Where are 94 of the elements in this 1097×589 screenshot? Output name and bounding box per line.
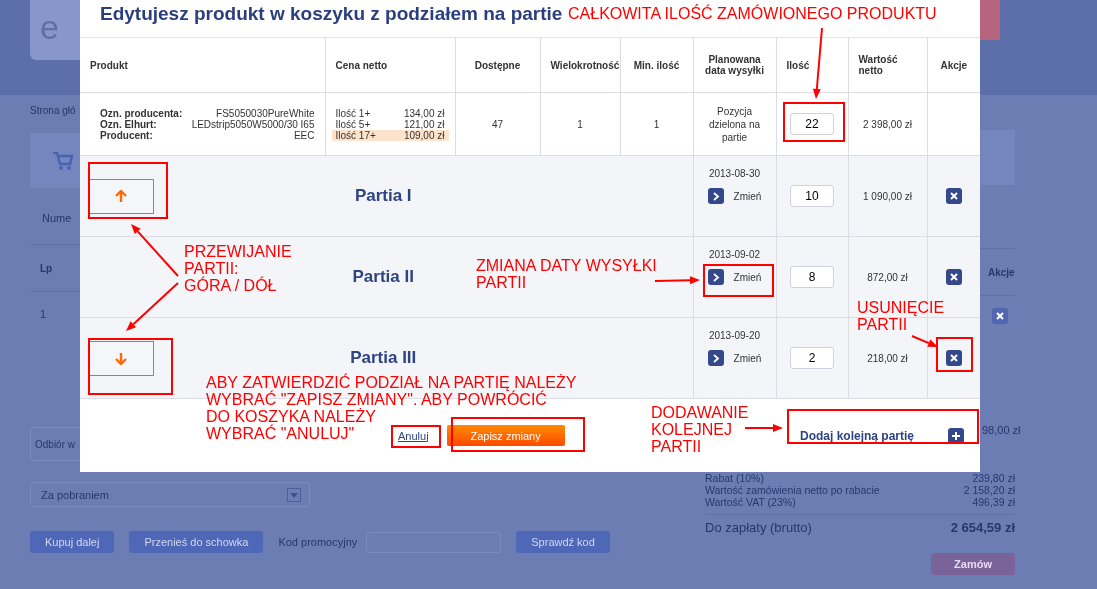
table-cell: 47 (491, 118, 504, 130)
dropdown-icon (287, 487, 301, 502)
change-date-button[interactable]: Zmień (707, 188, 762, 204)
check-code-button[interactable]: Sprawdź kod (516, 531, 610, 553)
total-value: 2 654,59 zł (950, 520, 1015, 535)
column-header: Wielokrotność (540, 37, 620, 93)
quantity-field[interactable]: 22 (790, 113, 834, 135)
annotation-text: PRZEWIJANIE PARTII: GÓRA / DÓŁ (184, 243, 292, 294)
annotation-text: DODAWANIE KOLEJNEJ PARTII (651, 404, 749, 455)
annotation-text: ABY ZATWIERDZIĆ PODZIAŁ NA PARTIĘ NALEŻY WYBRAĆ "ZAPISZ ZMIANY". ABY POWRÓCIĆ (206, 374, 577, 408)
table-cell-text: Pozycja dzielona na partie (707, 104, 762, 144)
highlight-frame (703, 264, 774, 297)
annotation-arrow (744, 424, 783, 432)
close-icon (996, 312, 1004, 320)
dialog-title: Edytujesz produkt w koszyku z podziałem na partie (100, 2, 563, 26)
annotation-arrow (911, 335, 938, 347)
summary-label: Wartość VAT (23%) (705, 496, 796, 508)
cancel-link[interactable]: Anuluj (398, 429, 429, 442)
summary-label: Wartość zamówienia netto po rabacie (705, 484, 880, 496)
quantity-price-label: Ilość 17+ 109,00 zł (331, 129, 449, 141)
summary-value: 2 158,20 zł (963, 484, 1015, 496)
move-button[interactable] (88, 340, 154, 376)
annotation-arrow (654, 276, 700, 285)
annotation-text: CAŁKOWITA ILOŚĆ ZAMÓWIONEGO PRODUKTU (568, 5, 937, 22)
annotation-text: USUNIĘCIE PARTII (857, 299, 945, 333)
table-cell: 1 (577, 118, 583, 130)
highlight-frame (936, 337, 973, 372)
detail-label: Ozn. producenta: (100, 107, 183, 119)
arrow-down-icon (115, 351, 127, 365)
highlight-frame (783, 102, 845, 142)
column-header: Planowana data wysyłki (693, 37, 776, 93)
table-cell: 1 (653, 118, 660, 130)
page-button[interactable]: Kupuj dalej (30, 531, 115, 553)
annotation-text: ZMIANA DATY WYSYŁKI PARTII (476, 257, 657, 291)
delete-button[interactable] (945, 188, 962, 204)
detail-value: LEDstrip5050W5000/30 I65 (190, 118, 315, 130)
ship-date: 2013-09-20 (707, 330, 762, 341)
delete-button[interactable] (945, 269, 962, 285)
quantity-price-label: Ilość 5+ 121,00 zł (334, 118, 446, 130)
cart-icon (52, 150, 74, 171)
summary-label: Rabat (10%) (705, 472, 764, 484)
chevron-right-icon (707, 350, 724, 366)
close-icon (949, 273, 958, 281)
batch-name: Partia II (352, 267, 414, 287)
ship-date: 2013-09-02 (707, 249, 762, 260)
column-header: Dostępne (455, 37, 540, 93)
table-cell: 218,00 zł (867, 352, 908, 364)
chevron-right-icon (707, 269, 724, 285)
detail-label: Producent: (100, 129, 154, 141)
cart-bar (980, 130, 1015, 185)
table-cell: 872,00 zł (867, 271, 908, 283)
ship-date: 2013-08-30 (707, 168, 762, 179)
summary-value: 496,39 zł (972, 496, 1015, 508)
annotation-arrow (812, 27, 823, 99)
delete-button[interactable] (992, 308, 1008, 324)
plus-icon (948, 427, 964, 444)
total-label: Do zapłaty (brutto) (705, 520, 812, 535)
batch-name: Partia I (354, 186, 412, 206)
move-button[interactable] (88, 178, 154, 214)
detail-value: EEC (293, 129, 315, 141)
column-header: Lp (40, 262, 53, 274)
page-button[interactable]: Przenieś do schowka (129, 531, 264, 553)
table-cell: 2 398,00 zł (863, 118, 912, 130)
change-date-button[interactable]: Zmień (707, 269, 762, 285)
highlight-frame (391, 425, 441, 448)
column-header: Wartość netto (848, 37, 927, 93)
detail-label: Ozn. Elhurt: (100, 118, 157, 130)
chevron-right-icon (707, 188, 724, 204)
section-label: Nume (41, 212, 73, 224)
annotation-arrow (126, 282, 179, 331)
column-header: Min. ilość (620, 37, 693, 93)
change-date-button[interactable]: Zmień (707, 350, 762, 366)
row-number: 1 (40, 308, 47, 320)
detail-value: FS5050030PureWhite (215, 107, 315, 119)
column-header: Produkt (80, 37, 325, 93)
summary-value: 239,80 zł (972, 472, 1015, 484)
subtotal-value: 98,00 zł (981, 424, 1022, 436)
column-header: Cena netto (325, 37, 455, 93)
batch-name: Partia III (350, 348, 417, 368)
quantity-field[interactable]: 2 (790, 347, 834, 369)
close-icon (949, 192, 958, 200)
header-banner (980, 0, 1000, 40)
annotation-text: DO KOSZYKA NALEŻY WYBRAĆ "ANULUJ" (206, 408, 376, 442)
arrow-up-icon (115, 189, 127, 203)
annotation-arrow (131, 224, 179, 277)
quantity-field[interactable]: 8 (790, 266, 834, 288)
delete-button[interactable] (945, 350, 962, 366)
order-button[interactable]: Zamów (931, 553, 1015, 575)
promo-label: Kod promocyjny (278, 536, 358, 548)
column-header: Akcje (988, 266, 1015, 278)
close-icon (949, 354, 958, 362)
quantity-field[interactable]: 10 (790, 185, 834, 207)
quantity-price-label: Ilość 1+ 134,00 zł (334, 107, 446, 119)
table-cell: 1 090,00 zł (863, 190, 912, 202)
